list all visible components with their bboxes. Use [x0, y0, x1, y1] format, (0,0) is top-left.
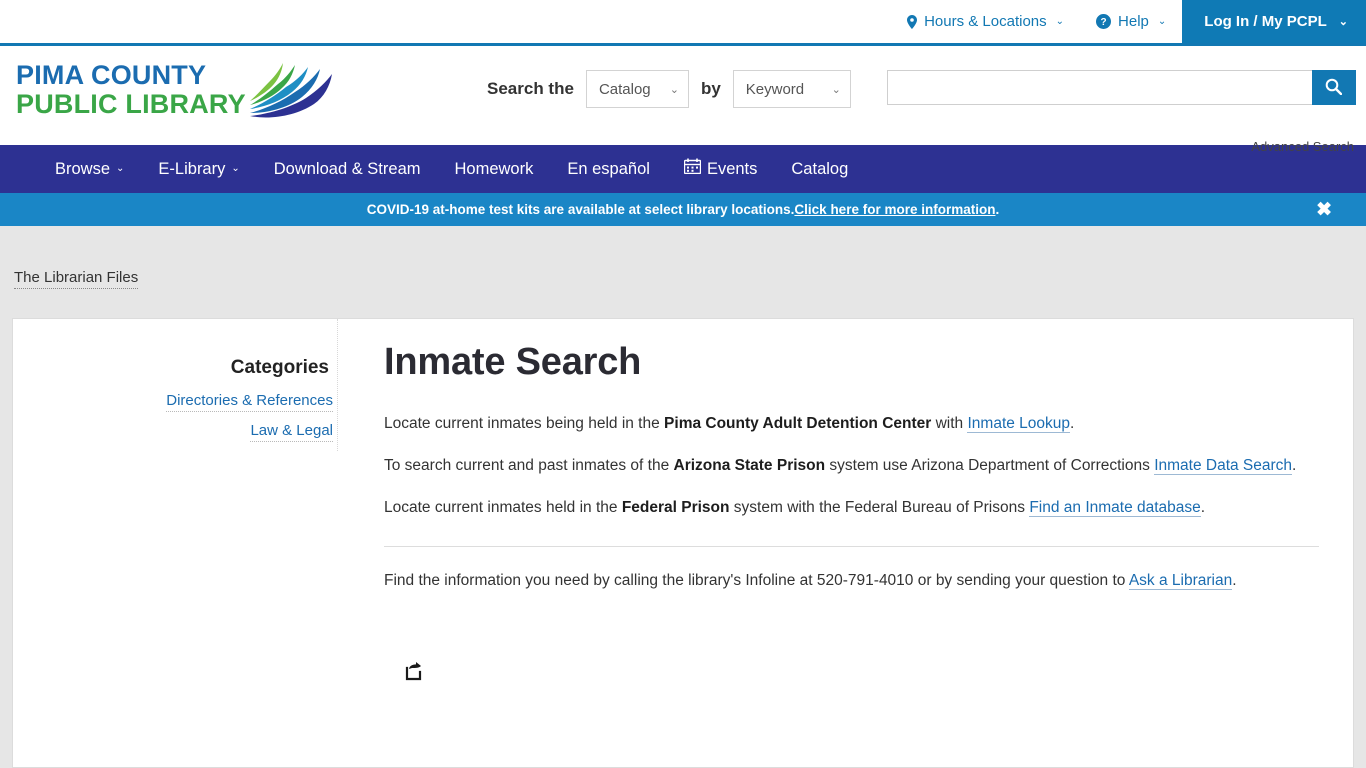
by-label: by [700, 79, 721, 98]
nav-label: En español [567, 160, 650, 178]
nav-item-browse[interactable]: Browse ⌄ [38, 145, 141, 193]
utility-bar: Hours & Locations ⌄ ? Help ⌄ Log In / My… [0, 0, 1366, 46]
chevron-down-icon: ⌄ [1338, 16, 1348, 28]
p2-bold-facility: Arizona State Prison [673, 457, 826, 474]
main-navigation: Browse ⌄ E-Library ⌄ Download & Stream H… [0, 145, 1366, 193]
p1-text-a: Locate current inmates being held in the [384, 415, 665, 432]
nav-item-catalog[interactable]: Catalog [774, 145, 865, 193]
search-input[interactable] [886, 70, 1312, 105]
search-scope-select[interactable]: Catalog [585, 70, 689, 108]
search-icon [1325, 78, 1343, 98]
p4-text-a: Find the information you need by calling… [384, 572, 1129, 589]
categories-sidebar: Categories Directories & References Law … [13, 319, 338, 451]
logo-fan-icon [248, 60, 340, 127]
calendar-icon [683, 145, 702, 193]
login-label: Log In / My PCPL [1204, 13, 1327, 30]
location-pin-icon [907, 14, 918, 29]
close-icon[interactable]: ✖ [1316, 200, 1332, 219]
site-logo[interactable]: PIMA COUNTY PUBLIC LIBRARY [16, 62, 340, 127]
svg-text:?: ? [1100, 17, 1106, 28]
category-link-law-legal[interactable]: Law & Legal [250, 422, 333, 442]
inmate-data-search-link[interactable]: Inmate Data Search [1154, 457, 1293, 475]
search-bar: Search the Catalog ⌄ by Keyword ⌄ [487, 70, 1356, 108]
hours-locations-label: Hours & Locations [924, 13, 1047, 30]
chevron-down-icon: ⌄ [231, 163, 240, 174]
page-title: Inmate Search [384, 341, 642, 383]
nav-label: Events [706, 160, 758, 178]
find-an-inmate-database-link[interactable]: Find an Inmate database [1029, 499, 1201, 517]
categories-heading: Categories [230, 357, 329, 378]
nav-label: Download & Stream [273, 160, 421, 178]
logo-line-1: PIMA COUNTY [16, 60, 207, 90]
p3-bold-facility: Federal Prison [621, 499, 730, 516]
content-card: Categories Directories & References Law … [12, 318, 1354, 768]
p2-text-b: system use Arizona Department of Correct… [825, 457, 1155, 474]
alert-trailing: . [995, 202, 1000, 217]
nav-item-en-espanol[interactable]: En español [550, 145, 667, 193]
paragraph-adult-detention: Locate current inmates being held in the… [384, 412, 1319, 436]
breadcrumb-librarian-files[interactable]: The Librarian Files [14, 269, 139, 289]
chevron-down-icon: ⌄ [1055, 16, 1065, 27]
p3-text-c: . [1200, 499, 1206, 516]
alert-more-info-link[interactable]: Click here for more information [794, 202, 995, 217]
help-label: Help [1118, 13, 1149, 30]
nav-item-download-stream[interactable]: Download & Stream [257, 145, 438, 193]
breadcrumb: The Librarian Files [0, 226, 1366, 299]
nav-item-homework[interactable]: Homework [438, 145, 551, 193]
p3-text-b: system with the Federal Bureau of Prison… [729, 499, 1030, 516]
p2-text-c: . [1292, 457, 1297, 474]
help-circle-icon: ? [1096, 14, 1112, 29]
category-link-directories-references[interactable]: Directories & References [166, 392, 333, 412]
search-the-label: Search the [487, 79, 574, 98]
nav-item-elibrary[interactable]: E-Library ⌄ [141, 145, 256, 193]
p4-text-b: . [1232, 572, 1237, 589]
inmate-lookup-link[interactable]: Inmate Lookup [967, 415, 1071, 433]
paragraph-infoline: Find the information you need by calling… [384, 569, 1319, 593]
paragraph-state-prison: To search current and past inmates of th… [384, 454, 1319, 478]
p1-bold-facility: Pima County Adult Detention Center [664, 415, 932, 432]
logo-line-2: PUBLIC LIBRARY [16, 89, 246, 119]
hours-locations-link[interactable]: Hours & Locations ⌄ [891, 0, 1080, 43]
ask-a-librarian-link[interactable]: Ask a Librarian [1128, 572, 1233, 590]
nav-label: Catalog [791, 160, 849, 178]
search-input-group [886, 70, 1356, 105]
chevron-down-icon: ⌄ [1157, 16, 1167, 27]
main-content: Inmate Search Locate current inmates bei… [338, 319, 1353, 767]
share-icon[interactable] [404, 661, 424, 686]
help-link[interactable]: ? Help ⌄ [1080, 0, 1182, 43]
nav-label: Browse [55, 160, 111, 178]
search-submit-button[interactable] [1311, 70, 1356, 105]
keyword-select-wrap: Keyword ⌄ [732, 70, 851, 108]
site-header: PIMA COUNTY PUBLIC LIBRARY Search the Ca… [0, 46, 1366, 154]
section-divider [384, 546, 1319, 547]
p2-text-a: To search current and past inmates of th… [384, 457, 674, 474]
nav-label: E-Library [158, 160, 226, 178]
nav-item-events[interactable]: Events [667, 145, 774, 193]
login-my-pcpl-button[interactable]: Log In / My PCPL ⌄ [1182, 0, 1366, 43]
advanced-search-link[interactable]: Advanced Search [1251, 139, 1354, 154]
chevron-down-icon: ⌄ [116, 163, 125, 174]
share-row [384, 661, 1319, 686]
p1-text-b: with [931, 415, 968, 432]
catalog-select-wrap: Catalog ⌄ [585, 70, 689, 108]
alert-banner: COVID-19 at-home test kits are available… [0, 193, 1366, 226]
search-type-select[interactable]: Keyword [732, 70, 851, 108]
alert-text: COVID-19 at-home test kits are available… [366, 202, 795, 217]
paragraph-federal-prison: Locate current inmates held in the Feder… [384, 496, 1319, 520]
nav-label: Homework [454, 160, 534, 178]
p1-text-c: . [1070, 415, 1075, 432]
logo-wordmark: PIMA COUNTY PUBLIC LIBRARY [16, 62, 246, 118]
p3-text-a: Locate current inmates held in the [384, 499, 622, 516]
